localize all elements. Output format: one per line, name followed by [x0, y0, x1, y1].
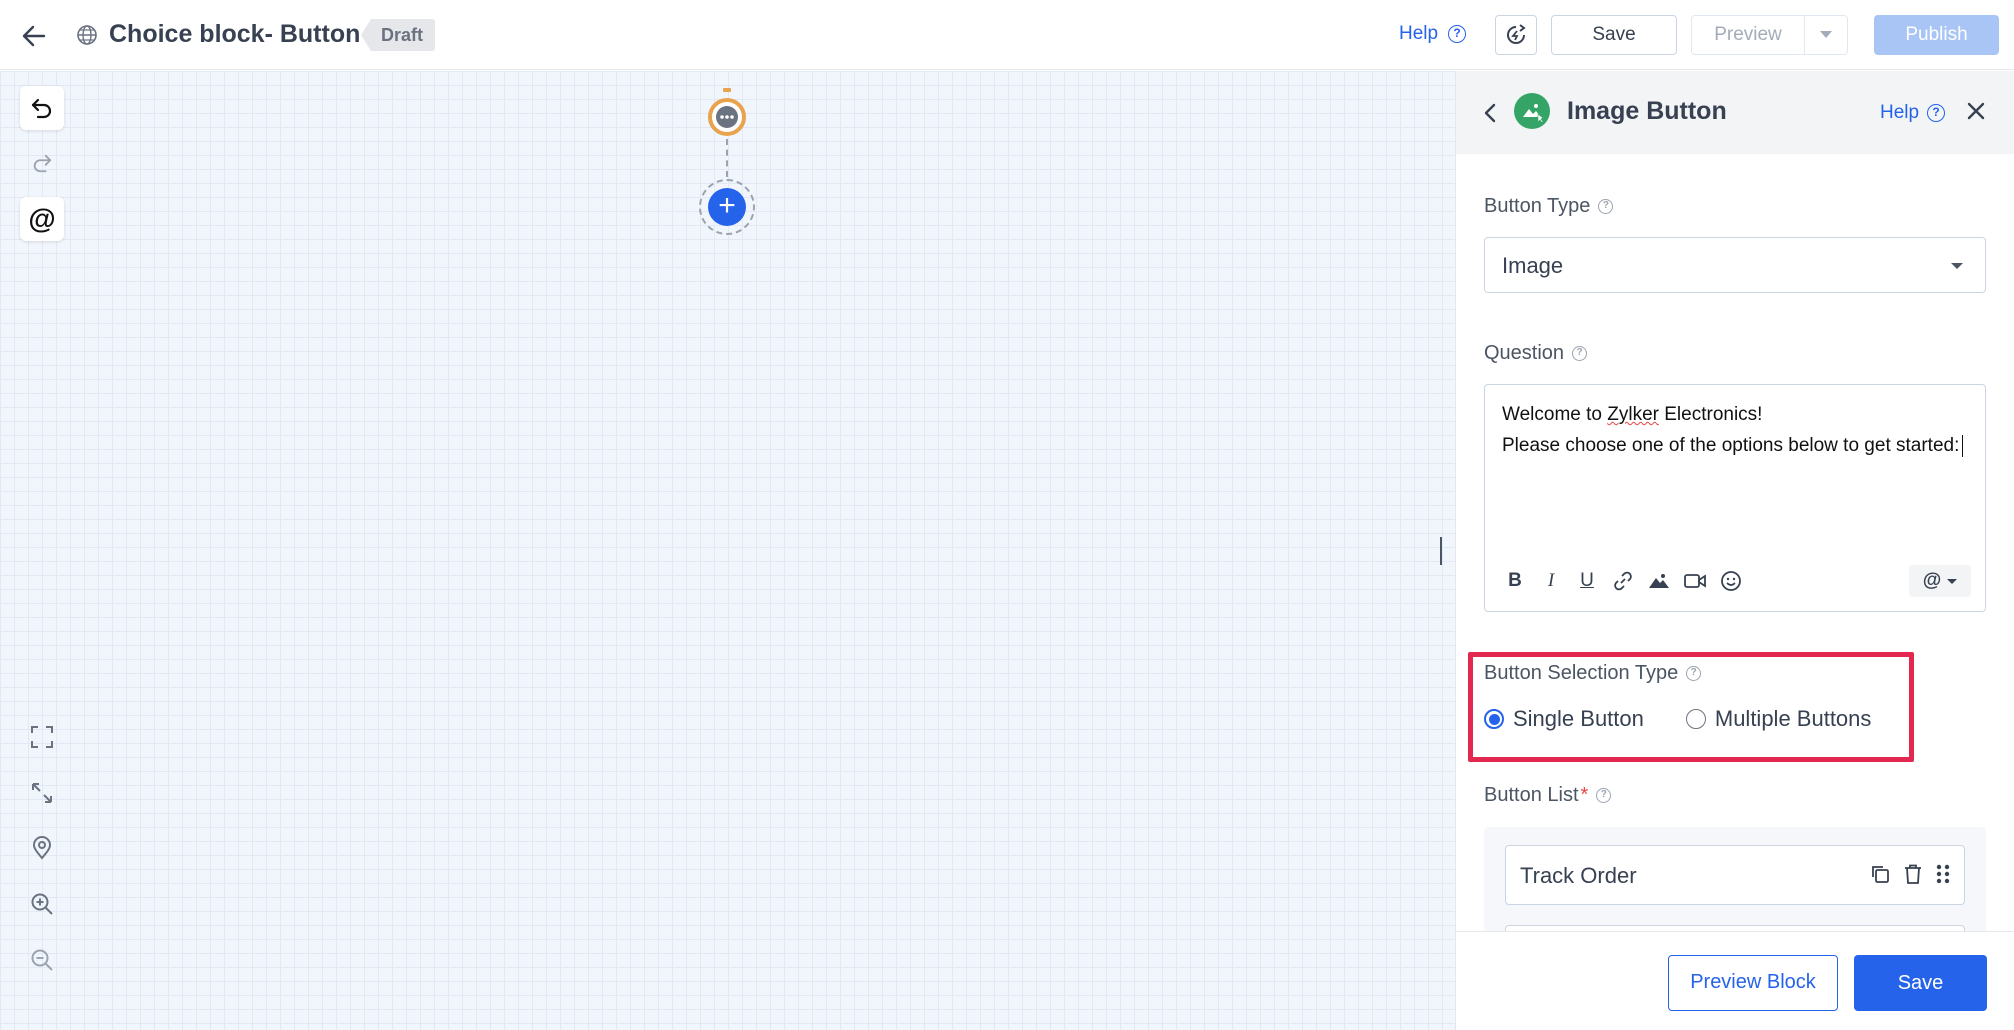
button-type-value: Image	[1502, 253, 1564, 278]
image-button-icon	[1514, 93, 1550, 129]
question-brand: Zylker	[1607, 404, 1659, 425]
redo-icon	[33, 154, 52, 173]
help-label: Help	[1399, 23, 1439, 44]
preview-split-button: Preview	[1691, 15, 1848, 55]
fullscreen-icon	[31, 726, 53, 748]
block-settings-panel: Image Button Help ? Button Type ? Image …	[1455, 71, 2014, 1030]
expand-button[interactable]	[20, 771, 64, 815]
zoom-out-button[interactable]	[20, 938, 64, 982]
zoom-in-button[interactable]	[20, 882, 64, 926]
button-list-label: Button List * ?	[1484, 784, 1612, 807]
add-block-button[interactable]: +	[699, 179, 755, 235]
info-icon[interactable]: ?	[1686, 666, 1702, 681]
status-badge: Draft	[361, 19, 436, 51]
radio-selected-icon[interactable]	[1484, 709, 1504, 729]
question-line1-prefix: Welcome to	[1502, 404, 1608, 425]
italic-icon[interactable]: I	[1538, 568, 1564, 594]
radio-single-label: Single Button	[1513, 706, 1644, 731]
selection-type-label: Button Selection Type ?	[1484, 662, 1702, 685]
underline-icon[interactable]: U	[1574, 568, 1600, 594]
chevron-down-icon	[1947, 578, 1958, 584]
panel-header: Image Button Help ?	[1456, 71, 2014, 154]
button-type-label: Button Type ?	[1484, 195, 1614, 218]
question-editor[interactable]: Welcome to Zylker Electronics! Please ch…	[1484, 384, 1986, 612]
mention-button[interactable]: @	[20, 197, 64, 241]
start-node-icon	[708, 88, 746, 136]
list-item-label: Track Order	[1520, 863, 1637, 888]
question-label-text: Question	[1484, 342, 1565, 364]
back-arrow-icon[interactable]	[16, 18, 52, 54]
required-marker: *	[1580, 784, 1589, 806]
zoom-in-icon	[31, 893, 53, 915]
flow-canvas[interactable]: @ +	[0, 71, 1455, 1030]
radio-unselected-icon[interactable]	[1685, 709, 1706, 729]
info-icon[interactable]: ?	[1596, 788, 1612, 803]
chevron-down-icon[interactable]	[1805, 16, 1847, 54]
button-type-label-text: Button Type	[1484, 195, 1591, 217]
start-node[interactable]	[706, 87, 748, 139]
drag-handle-icon[interactable]	[1936, 864, 1950, 889]
radio-single-button[interactable]: Single Button	[1484, 706, 1644, 732]
publish-button[interactable]: Publish	[1874, 15, 1999, 55]
undo-button[interactable]	[20, 86, 64, 130]
emoji-icon[interactable]	[1718, 568, 1744, 594]
zoom-out-icon	[31, 949, 53, 971]
button-type-select[interactable]: Image	[1484, 237, 1986, 293]
question-label: Question ?	[1484, 342, 1588, 365]
list-item[interactable]: Track Order	[1505, 845, 1965, 905]
save-button[interactable]: Save	[1551, 15, 1677, 55]
panel-help-label: Help	[1880, 102, 1920, 123]
locate-button[interactable]	[20, 826, 64, 870]
at-icon: @	[1922, 570, 1942, 591]
insert-variable-dropdown[interactable]: @	[1909, 565, 1971, 597]
preview-button[interactable]: Preview	[1692, 16, 1805, 54]
close-icon[interactable]	[1964, 99, 1988, 123]
chevron-down-icon	[1951, 263, 1963, 269]
help-link[interactable]: Help ?	[1399, 23, 1467, 45]
video-icon[interactable]	[1682, 568, 1708, 594]
chevron-left-icon[interactable]	[1478, 99, 1502, 127]
redo-button[interactable]	[20, 141, 64, 185]
at-icon: @	[28, 203, 56, 234]
radio-multiple-label: Multiple Buttons	[1714, 706, 1872, 731]
info-icon[interactable]: ?	[1572, 346, 1588, 361]
text-cursor	[1962, 434, 1964, 457]
top-bar: Choice block- Button Draft Help ? Save P…	[0, 0, 2014, 70]
question-line2: Please choose one of the options below t…	[1502, 435, 1960, 456]
panel-footer: Preview Block Save	[1456, 931, 2014, 1030]
copy-icon[interactable]	[1870, 864, 1890, 889]
connector-line	[726, 139, 728, 177]
page-title: Choice block- Button	[109, 20, 361, 48]
radio-multiple-buttons[interactable]: Multiple Buttons	[1685, 706, 1872, 732]
question-text[interactable]: Welcome to Zylker Electronics! Please ch…	[1502, 399, 1972, 461]
selection-type-label-text: Button Selection Type	[1484, 662, 1679, 684]
save-block-button[interactable]: Save	[1854, 955, 1987, 1011]
version-history-button[interactable]	[1495, 15, 1537, 55]
list-item-actions	[1870, 864, 1950, 889]
panel-resize-handle[interactable]	[1440, 537, 1442, 565]
location-pin-icon	[32, 836, 52, 860]
globe-icon	[74, 22, 100, 48]
bold-icon[interactable]: B	[1502, 568, 1528, 594]
help-icon: ?	[1448, 25, 1467, 43]
panel-title: Image Button	[1567, 97, 1727, 125]
info-icon[interactable]: ?	[1598, 199, 1614, 214]
undo-icon	[31, 98, 52, 119]
fit-to-screen-button[interactable]	[20, 715, 64, 759]
button-list-label-text: Button List	[1484, 784, 1579, 806]
history-icon	[1507, 24, 1526, 44]
plus-icon: +	[708, 188, 746, 226]
selection-type-radio-group: Single Button Multiple Buttons	[1484, 706, 1913, 732]
question-line1-suffix: Electronics!	[1658, 404, 1763, 425]
image-icon[interactable]	[1646, 568, 1672, 594]
help-icon: ?	[1927, 104, 1946, 122]
panel-help-link[interactable]: Help ?	[1880, 102, 1946, 124]
expand-icon	[32, 783, 52, 803]
preview-block-button[interactable]: Preview Block	[1668, 955, 1838, 1011]
formatting-toolbar: B I U	[1502, 568, 1744, 594]
trash-icon[interactable]	[1904, 864, 1922, 889]
link-icon[interactable]	[1610, 568, 1636, 594]
